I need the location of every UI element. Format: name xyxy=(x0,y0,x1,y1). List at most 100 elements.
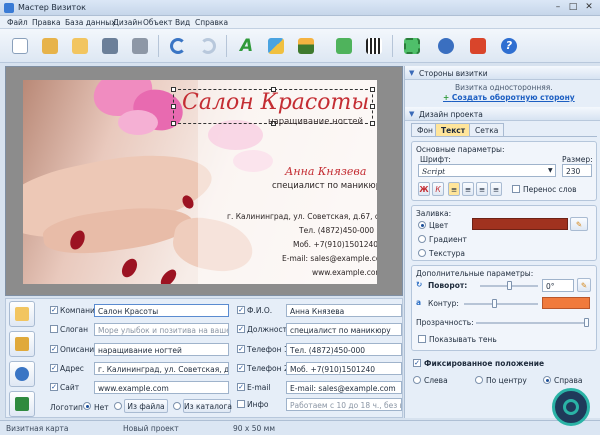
print-button[interactable] xyxy=(127,33,153,59)
maximize-button[interactable]: □ xyxy=(567,2,579,13)
slogan-checkbox[interactable] xyxy=(50,325,58,333)
menu-view[interactable]: Вид xyxy=(175,18,190,27)
fio-input[interactable]: Анна Князева xyxy=(286,304,402,317)
menu-file[interactable]: Файл xyxy=(7,18,28,27)
tab-text[interactable]: Текст xyxy=(435,123,472,136)
logo-file-radio[interactable] xyxy=(114,402,122,410)
transparency-slider[interactable] xyxy=(476,322,588,324)
logo-none-radio[interactable] xyxy=(83,402,91,410)
info-input[interactable]: Работаем с 10 до 18 ч., без выходных xyxy=(286,398,402,411)
add-image-button[interactable] xyxy=(293,33,319,59)
menu-database[interactable]: База данных xyxy=(65,18,116,27)
export-button[interactable] xyxy=(465,33,491,59)
site-input[interactable]: www.example.com xyxy=(94,381,229,394)
card-phone1[interactable]: Тел. (4872)450-000 xyxy=(299,226,374,235)
phone2-checkbox[interactable]: ✓ xyxy=(237,364,245,372)
email-checkbox[interactable]: ✓ xyxy=(237,383,245,391)
align-right-button[interactable]: ≡ xyxy=(476,182,488,196)
contacts-button[interactable] xyxy=(9,361,35,387)
menu-design[interactable]: Дизайн xyxy=(113,18,142,27)
rotation-slider-knob[interactable] xyxy=(507,281,512,290)
card-address[interactable]: г. Калининград, ул. Советская, д.67, оф.… xyxy=(227,212,377,221)
align-left-button[interactable]: ≡ xyxy=(448,182,460,196)
outline-slider[interactable] xyxy=(464,303,538,305)
fill-color-swatch[interactable] xyxy=(472,218,568,230)
info-checkbox[interactable] xyxy=(237,400,245,408)
card-email[interactable]: E-mail: sales@example.com xyxy=(282,254,377,263)
brush-icon[interactable]: ✎ xyxy=(577,278,591,292)
crop-button[interactable] xyxy=(399,33,425,59)
menu-edit[interactable]: Правка xyxy=(32,18,61,27)
minimize-button[interactable]: – xyxy=(552,2,564,13)
position-left-radio[interactable] xyxy=(413,376,421,384)
card-slogan[interactable]: наращивание ногтей xyxy=(268,117,363,127)
menu-object[interactable]: Объект xyxy=(143,18,172,27)
sides-header[interactable]: ▼ Стороны визитки xyxy=(405,66,600,80)
description-input[interactable]: наращивание ногтей xyxy=(94,343,229,356)
business-card-preview[interactable]: Салон Красоты наращивание ногтей Анна Кн… xyxy=(23,80,377,284)
new-file-button[interactable] xyxy=(7,33,33,59)
card-position[interactable]: специалист по маникюру xyxy=(272,181,377,191)
company-input[interactable]: Салон Красоты xyxy=(94,304,229,317)
rotation-input[interactable]: 0° xyxy=(542,279,574,292)
font-select[interactable]: Script xyxy=(418,164,556,177)
add-shapes-button[interactable] xyxy=(263,33,289,59)
shadow-checkbox[interactable] xyxy=(418,335,426,343)
phone1-input[interactable]: Тел. (4872)450-000 xyxy=(286,343,402,356)
logo-from-catalog-button[interactable]: Из каталога xyxy=(183,399,232,413)
slogan-input[interactable]: Море улыбок и позитива на вашем праздник… xyxy=(94,323,229,336)
add-map-button[interactable] xyxy=(331,33,357,59)
design-header[interactable]: ▼ Дизайн проекта xyxy=(405,107,600,121)
zoom-button[interactable] xyxy=(433,33,459,59)
align-center-button[interactable]: ≡ xyxy=(462,182,474,196)
database-button[interactable] xyxy=(9,331,35,357)
size-input[interactable]: 230 xyxy=(562,164,592,177)
close-button[interactable]: ✕ xyxy=(583,2,595,13)
transparency-slider-knob[interactable] xyxy=(584,318,589,327)
save-button[interactable] xyxy=(97,33,123,59)
open-button[interactable] xyxy=(37,33,63,59)
phone1-checkbox[interactable]: ✓ xyxy=(237,345,245,353)
card-phone2[interactable]: Моб. +7(910)1501240 xyxy=(293,240,377,249)
fio-checkbox[interactable]: ✓ xyxy=(237,306,245,314)
card-name[interactable]: Анна Князева xyxy=(285,165,366,178)
fill-color-radio[interactable] xyxy=(418,221,426,229)
add-qr-button[interactable] xyxy=(361,33,387,59)
address-input[interactable]: г. Калининград, ул. Советская, д.67, оф.… xyxy=(94,362,229,375)
undo-button[interactable] xyxy=(165,33,191,59)
company-checkbox[interactable]: ✓ xyxy=(50,306,58,314)
description-checkbox[interactable]: ✓ xyxy=(50,345,58,353)
menu-help[interactable]: Справка xyxy=(195,18,228,27)
card-site[interactable]: www.example.com xyxy=(312,268,377,277)
fill-texture-radio[interactable] xyxy=(418,249,426,257)
excel-button[interactable] xyxy=(9,391,35,417)
template-button[interactable] xyxy=(67,33,93,59)
outline-slider-knob[interactable] xyxy=(492,299,497,308)
position-center-radio[interactable] xyxy=(475,376,483,384)
fill-gradient-radio[interactable] xyxy=(418,235,426,243)
create-back-side-link[interactable]: + Создать оборотную сторону xyxy=(443,93,575,102)
align-justify-button[interactable]: ≡ xyxy=(490,182,502,196)
bold-button[interactable]: Ж xyxy=(418,182,430,196)
chevron-down-icon[interactable]: ▼ xyxy=(548,167,553,174)
eyedropper-icon[interactable]: ✎ xyxy=(570,217,588,231)
phone2-input[interactable]: Моб. +7(910)1501240 xyxy=(286,362,402,375)
add-text-button[interactable]: A xyxy=(233,33,259,59)
logo-catalog-radio[interactable] xyxy=(173,402,181,410)
email-input[interactable]: E-mail: sales@example.com xyxy=(286,381,402,394)
help-button[interactable]: ? xyxy=(496,33,522,59)
position-right-radio[interactable] xyxy=(543,376,551,384)
logo-from-file-button[interactable]: Из файла xyxy=(124,399,168,413)
assistant-button[interactable] xyxy=(552,388,590,426)
outline-color-swatch[interactable] xyxy=(542,297,590,309)
tab-grid[interactable]: Сетка xyxy=(469,123,505,136)
position-input[interactable]: специалист по маникюру xyxy=(286,323,402,336)
redo-button[interactable] xyxy=(195,33,221,59)
italic-button[interactable]: К xyxy=(432,182,444,196)
word-wrap-checkbox[interactable] xyxy=(512,185,520,193)
card-company[interactable]: Салон Красоты xyxy=(182,90,369,115)
fixed-position-checkbox[interactable]: ✓ xyxy=(413,359,421,367)
address-checkbox[interactable]: ✓ xyxy=(50,364,58,372)
design-canvas[interactable]: Салон Красоты наращивание ногтей Анна Кн… xyxy=(5,66,403,296)
edit-fields-button[interactable] xyxy=(9,301,35,327)
